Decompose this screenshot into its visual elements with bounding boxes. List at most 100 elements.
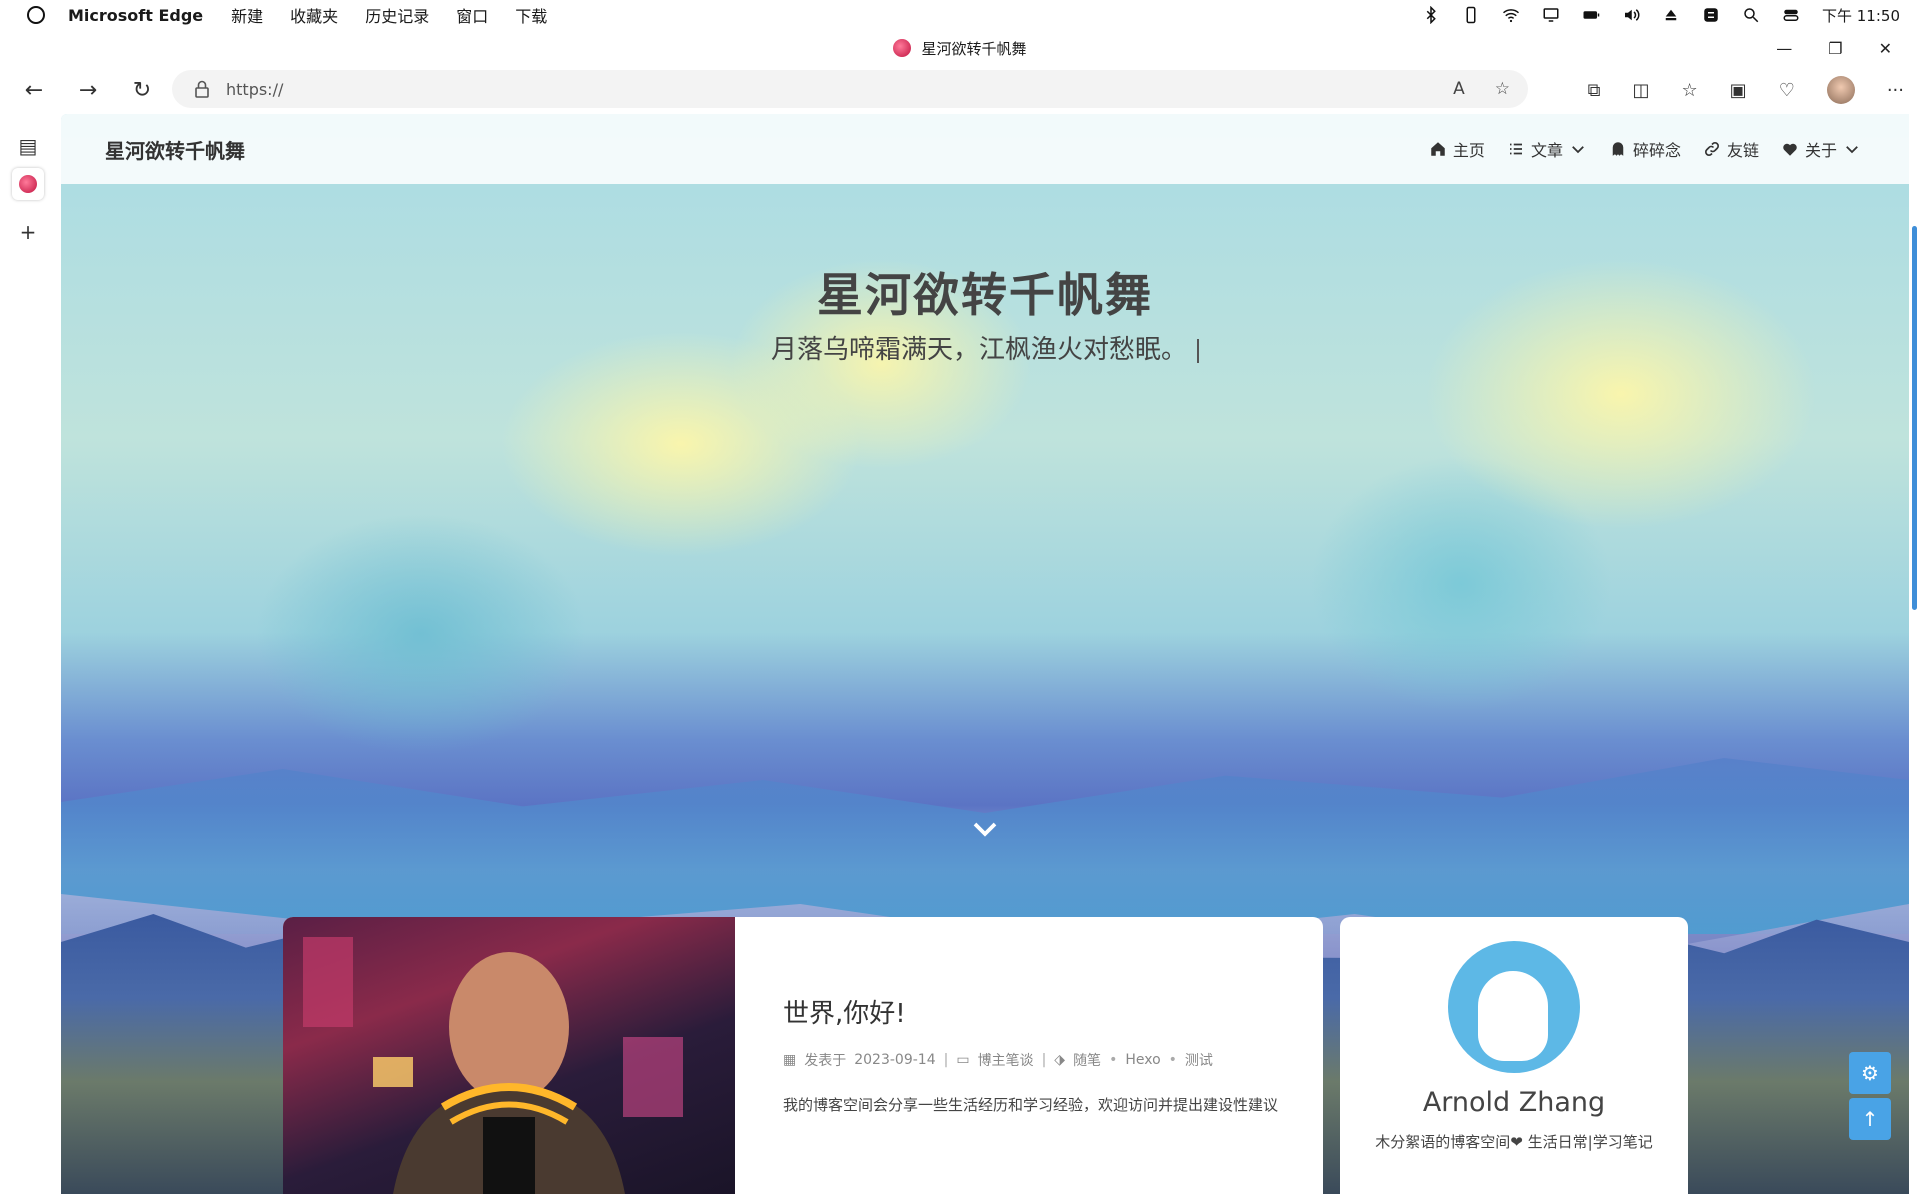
post-tag[interactable]: 随笔 bbox=[1073, 1050, 1101, 1070]
split-screen-icon[interactable]: ◫ bbox=[1633, 80, 1650, 101]
arrow-up-icon: ↑ bbox=[1861, 1107, 1879, 1131]
post-excerpt: 我的博客空间会分享一些生活经历和学习经验，欢迎访问并提出建设性建议 bbox=[783, 1096, 1279, 1114]
app-tray-icon[interactable] bbox=[1702, 7, 1720, 23]
system-menu-icon[interactable] bbox=[27, 6, 45, 24]
nav-articles[interactable]: 文章 bbox=[1507, 137, 1587, 161]
gear-icon: ⚙ bbox=[1861, 1061, 1879, 1085]
clock[interactable]: 下午 11:50 bbox=[1822, 5, 1900, 26]
page-viewport: 星河欲转千帆舞 主页 文章 碎碎念 友链 关于 星河欲转千帆舞 月落乌啼霜满天，… bbox=[61, 114, 1909, 1194]
nav-about[interactable]: 关于 bbox=[1781, 137, 1861, 161]
search-icon[interactable] bbox=[1742, 7, 1760, 23]
link-icon bbox=[1704, 142, 1719, 156]
display-icon[interactable] bbox=[1542, 7, 1560, 23]
nav-links[interactable]: 友链 bbox=[1703, 137, 1759, 161]
chevron-down-icon bbox=[1846, 146, 1858, 154]
page-scrollbar[interactable] bbox=[1910, 114, 1920, 1200]
post-date-prefix: 发表于 bbox=[804, 1053, 847, 1069]
nav-home[interactable]: 主页 bbox=[1429, 137, 1485, 161]
battery-icon[interactable] bbox=[1582, 7, 1600, 23]
bear-illustration bbox=[1478, 971, 1548, 1061]
post-category[interactable]: 博主笔谈 bbox=[978, 1050, 1034, 1070]
post-tag[interactable]: 测试 bbox=[1185, 1050, 1213, 1070]
menu-downloads[interactable]: 下载 bbox=[515, 3, 547, 27]
hero-subtitle-text: 月落乌啼霜满天，江枫渔火对愁眠。 bbox=[770, 335, 1187, 365]
phone-icon[interactable] bbox=[1462, 6, 1480, 24]
close-icon[interactable]: ✕ bbox=[1879, 39, 1892, 58]
post-body: 世界,你好! ▦ 发表于 2023-09-14 | ▭ 博主笔谈 | ⬗ 随笔 … bbox=[735, 917, 1323, 1194]
forward-icon[interactable]: → bbox=[76, 78, 100, 103]
control-center-icon[interactable] bbox=[1782, 7, 1800, 23]
post-card[interactable]: 世界,你好! ▦ 发表于 2023-09-14 | ▭ 博主笔谈 | ⬗ 随笔 … bbox=[283, 917, 1323, 1194]
nav-about-label: 关于 bbox=[1804, 141, 1837, 160]
cover-illustration bbox=[303, 937, 683, 1194]
favicon-icon bbox=[893, 39, 912, 57]
author-name: Arnold Zhang bbox=[1422, 1087, 1606, 1118]
author-avatar[interactable] bbox=[1448, 941, 1580, 1073]
post-date: 2023-09-14 bbox=[854, 1052, 936, 1068]
ghost-icon bbox=[1612, 142, 1624, 156]
post-tag[interactable]: Hexo bbox=[1125, 1052, 1160, 1068]
calendar-icon: ▦ bbox=[783, 1052, 797, 1068]
favorite-star-icon[interactable]: ☆ bbox=[1495, 79, 1510, 99]
window-title: 星河欲转千帆舞 bbox=[921, 39, 1027, 58]
tag-separator: • bbox=[1109, 1052, 1118, 1068]
browser-essentials-icon[interactable]: ♡ bbox=[1779, 80, 1795, 101]
chevron-down-icon bbox=[1572, 146, 1584, 154]
read-aloud-icon[interactable]: A bbox=[1453, 79, 1465, 99]
window-title-bar: 星河欲转千帆舞 bbox=[0, 30, 1920, 66]
address-bar[interactable]: https:// A ☆ bbox=[172, 70, 1528, 108]
nav-notes-label: 碎碎念 bbox=[1632, 141, 1681, 160]
collections-icon[interactable]: ▣ bbox=[1730, 80, 1747, 101]
nav-articles-label: 文章 bbox=[1530, 141, 1563, 160]
nav-home-label: 主页 bbox=[1452, 141, 1485, 160]
url-text[interactable]: https:// bbox=[226, 80, 283, 99]
menu-bar: Microsoft Edge 新建 收藏夹 历史记录 窗口 下载 下午 11:5… bbox=[0, 0, 1920, 30]
nav-notes[interactable]: 碎碎念 bbox=[1609, 137, 1681, 161]
home-icon bbox=[1431, 142, 1445, 156]
site-nav: 主页 文章 碎碎念 友链 关于 bbox=[1429, 114, 1861, 184]
inbox-icon: ▭ bbox=[956, 1052, 970, 1068]
list-icon bbox=[1509, 143, 1522, 155]
menu-window[interactable]: 窗口 bbox=[456, 3, 488, 27]
menu-new[interactable]: 新建 bbox=[231, 3, 263, 27]
lock-icon bbox=[195, 80, 209, 98]
browser-toolbar: ← → ↻ https:// A ☆ ⧉ ◫ ☆ ▣ ♡ ··· bbox=[0, 66, 1920, 114]
author-card: Arnold Zhang 木分絮语的博客空间❤ 生活日常|学习笔记 bbox=[1340, 917, 1688, 1194]
extensions-icon[interactable]: ⧉ bbox=[1588, 80, 1601, 101]
post-meta: ▦ 发表于 2023-09-14 | ▭ 博主笔谈 | ⬗ 随笔 • Hexo … bbox=[783, 1050, 1323, 1070]
volume-icon[interactable] bbox=[1622, 7, 1640, 23]
post-cover-image[interactable] bbox=[283, 917, 735, 1194]
active-tab-favicon-icon[interactable] bbox=[12, 168, 44, 200]
refresh-icon[interactable]: ↻ bbox=[130, 78, 154, 103]
profile-avatar[interactable] bbox=[1826, 76, 1855, 104]
scrollbar-thumb[interactable] bbox=[1912, 226, 1917, 610]
wifi-icon[interactable] bbox=[1502, 7, 1520, 23]
meta-divider: | bbox=[1041, 1052, 1047, 1068]
typing-caret bbox=[1197, 339, 1199, 363]
back-icon[interactable]: ← bbox=[22, 78, 46, 103]
tag-icon: ⬗ bbox=[1054, 1052, 1066, 1068]
restore-icon[interactable]: ❐ bbox=[1828, 39, 1842, 58]
settings-gear-button[interactable]: ⚙ bbox=[1849, 1052, 1891, 1094]
minimize-icon[interactable]: — bbox=[1776, 39, 1792, 58]
favorites-icon[interactable]: ☆ bbox=[1682, 80, 1698, 101]
meta-divider: | bbox=[943, 1052, 949, 1068]
menu-favorites[interactable]: 收藏夹 bbox=[290, 3, 338, 27]
new-tab-icon[interactable]: + bbox=[12, 216, 44, 248]
address-actions: A ☆ bbox=[1453, 70, 1510, 108]
site-title[interactable]: 星河欲转千帆舞 bbox=[105, 135, 245, 164]
vertical-tabs-sidebar: ▤ + bbox=[0, 114, 58, 1200]
hero-subtitle: 月落乌啼霜满天，江枫渔火对愁眠。 bbox=[61, 329, 1909, 366]
bluetooth-icon[interactable] bbox=[1422, 6, 1440, 24]
nav-links-label: 友链 bbox=[1726, 141, 1759, 160]
eject-icon[interactable] bbox=[1662, 7, 1680, 23]
heart-icon bbox=[1783, 143, 1797, 156]
tab-actions-icon[interactable]: ▤ bbox=[12, 130, 44, 162]
back-to-top-button[interactable]: ↑ bbox=[1849, 1098, 1891, 1140]
scroll-down-chevron-icon[interactable] bbox=[970, 814, 1000, 844]
app-name[interactable]: Microsoft Edge bbox=[68, 6, 203, 25]
toolbar-right: ⧉ ◫ ☆ ▣ ♡ ··· bbox=[1588, 66, 1904, 114]
post-title[interactable]: 世界,你好! bbox=[783, 993, 1323, 1030]
more-icon[interactable]: ··· bbox=[1887, 80, 1904, 101]
menu-history[interactable]: 历史记录 bbox=[365, 3, 429, 27]
